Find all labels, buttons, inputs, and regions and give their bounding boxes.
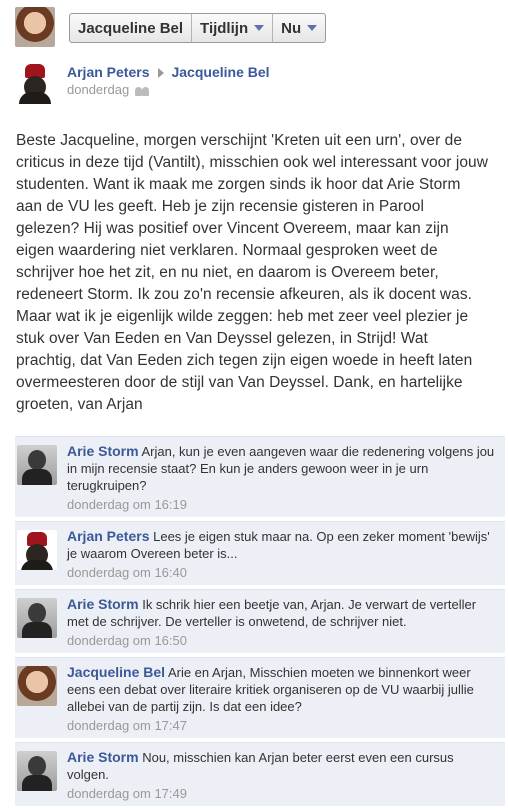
coat-shape [21,560,53,570]
post-author-avatar[interactable] [15,62,55,104]
arrow-right-icon [158,67,165,78]
friends-icon[interactable] [135,86,151,96]
post-target-link[interactable]: Jacqueline Bel [171,64,269,80]
profile-name-label: Jacqueline Bel [78,19,184,37]
profile-name-button[interactable]: Jacqueline Bel [70,14,193,42]
timeline-menu-label: Tijdlijn [200,19,249,37]
comment-item: Arie Storm Ik schrik hier een beetje van… [15,589,505,653]
now-menu-button[interactable]: Nu [273,14,325,42]
avatar-body-shape [22,775,52,791]
chevron-down-icon [307,25,318,31]
comment-text-block: Arie Storm Arjan, kun je even aangeven w… [67,437,505,494]
post-body: Beste Jacqueline, morgen verschijnt 'Kre… [16,132,488,413]
comment-text-block: Arie Storm Ik schrik hier een beetje van… [67,590,505,630]
comment-text-block: Jacqueline Bel Arie en Arjan, Misschien … [67,658,505,715]
comment-timestamp[interactable]: donderdag om 16:19 [67,494,505,517]
avatar-head-shape [28,756,46,776]
avatar-head-shape [28,450,46,470]
comment-item: Jacqueline Bel Arie en Arjan, Misschien … [15,657,505,738]
comment-author-link[interactable]: Arjan Peters [67,528,149,544]
comment-list: Arie Storm Arjan, kun je even aangeven w… [15,436,505,806]
comment-author-link[interactable]: Arie Storm [67,443,139,459]
comment-avatar[interactable] [17,666,57,706]
profile-avatar[interactable] [15,7,55,47]
comment-timestamp[interactable]: donderdag om 16:50 [67,630,505,653]
comment-item: Arie Storm Nou, misschien kan Arjan bete… [15,742,505,806]
avatar-body-shape [22,622,52,638]
post-timestamp-text[interactable]: donderdag [67,82,129,97]
comment-avatar[interactable] [17,598,57,638]
post-author-link[interactable]: Arjan Peters [67,64,149,80]
coat-shape [19,92,51,104]
avatar-body-shape [22,469,52,485]
timeline-menu-button[interactable]: Tijdlijn [192,14,274,42]
comment-text-block: Arie Storm Nou, misschien kan Arjan bete… [67,743,505,783]
comment-item: Arie Storm Arjan, kun je even aangeven w… [15,436,505,517]
comment-author-link[interactable]: Arie Storm [67,749,139,765]
chevron-down-icon [254,25,265,31]
avatar-head-shape [28,603,46,623]
comment-avatar[interactable] [17,530,57,570]
comment-timestamp[interactable]: donderdag om 17:49 [67,783,505,806]
comment-avatar[interactable] [17,751,57,791]
post-timestamp: donderdag [67,82,151,97]
timeline-nav-bar: Jacqueline Bel Tijdlijn Nu [69,13,327,43]
comment-avatar[interactable] [17,445,57,485]
comment-timestamp[interactable]: donderdag om 16:40 [67,562,505,585]
comment-text-block: Arjan Peters Lees je eigen stuk maar na.… [67,522,505,562]
comment-item: Arjan Peters Lees je eigen stuk maar na.… [15,521,505,585]
comment-timestamp[interactable]: donderdag om 17:47 [67,715,505,738]
now-menu-label: Nu [281,19,302,37]
post-author-line: Arjan Peters Jacqueline Bel [67,64,270,80]
comment-author-link[interactable]: Jacqueline Bel [67,664,165,680]
comment-author-link[interactable]: Arie Storm [67,596,139,612]
